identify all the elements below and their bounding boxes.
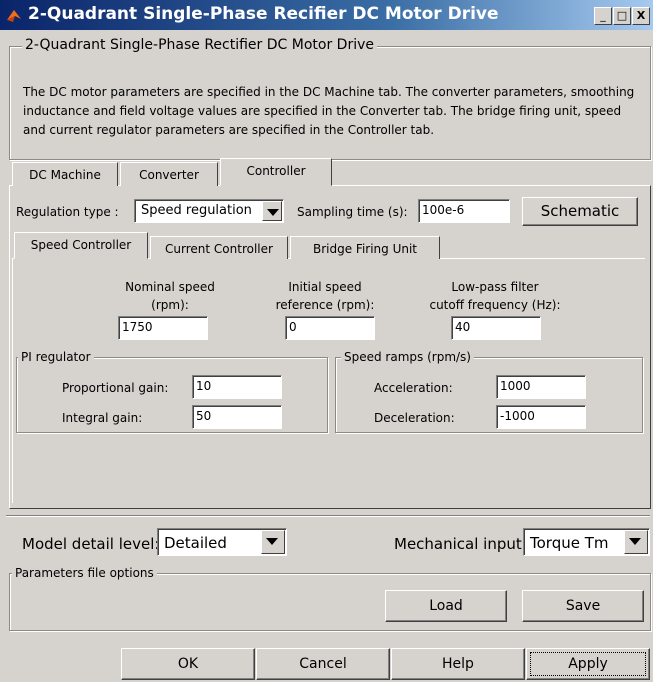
model-detail-label: Model detail level: — [22, 535, 160, 553]
ok-button[interactable]: OK — [121, 648, 255, 680]
sampling-time-label: Sampling time (s): — [297, 205, 408, 219]
proportional-gain-input[interactable]: 10 — [192, 375, 282, 399]
lowpass-filter-label: Low-pass filter cutoff frequency (Hz): — [410, 278, 580, 314]
matlab-logo-icon — [6, 7, 22, 23]
chevron-down-icon[interactable] — [261, 530, 285, 554]
mechanical-input-value: Torque Tm — [530, 534, 609, 552]
tab-speed-controller[interactable]: Speed Controller — [14, 232, 148, 259]
window-title: 2-Quadrant Single-Phase Recifier DC Moto… — [28, 4, 499, 24]
initial-speed-input[interactable]: 0 — [285, 316, 375, 340]
integral-gain-label: Integral gain: — [62, 411, 143, 425]
apply-button[interactable]: Apply — [526, 648, 650, 680]
chevron-down-icon[interactable] — [262, 201, 282, 221]
description-text: The DC motor parameters are specified in… — [23, 85, 635, 137]
nominal-speed-input[interactable]: 1750 — [118, 316, 208, 340]
acceleration-label: Acceleration: — [374, 381, 453, 395]
nominal-speed-label-line1: Nominal speed — [125, 280, 215, 294]
close-button[interactable]: X — [632, 7, 650, 25]
save-button[interactable]: Save — [522, 590, 644, 622]
deceleration-label: Deceleration: — [374, 411, 455, 425]
minimize-button[interactable]: _ — [594, 7, 612, 25]
acceleration-input[interactable]: 1000 — [496, 375, 586, 399]
load-button[interactable]: Load — [385, 590, 507, 622]
mechanical-input-label: Mechanical input: — [394, 535, 527, 553]
nominal-speed-label: Nominal speed (rpm): — [100, 278, 240, 314]
tab-dc-machine[interactable]: DC Machine — [12, 162, 118, 186]
regulation-type-value: Speed regulation — [141, 203, 252, 218]
initial-speed-label-line2: reference (rpm): — [275, 298, 375, 312]
tab-bridge-firing-unit[interactable]: Bridge Firing Unit — [290, 236, 440, 259]
schematic-button[interactable]: Schematic — [522, 197, 638, 226]
cancel-button[interactable]: Cancel — [256, 648, 390, 680]
initial-speed-label-line1: Initial speed — [288, 280, 362, 294]
chevron-down-icon[interactable] — [624, 530, 648, 554]
proportional-gain-label: Proportional gain: — [62, 381, 169, 395]
deceleration-input[interactable]: -1000 — [496, 405, 586, 429]
pi-regulator-label: PI regulator — [18, 350, 94, 364]
sampling-time-input[interactable]: 100e-6 — [418, 199, 510, 223]
model-detail-value: Detailed — [164, 534, 227, 552]
help-button[interactable]: Help — [391, 648, 525, 680]
integral-gain-input[interactable]: 50 — [192, 405, 282, 429]
regulation-type-label: Regulation type : — [16, 205, 119, 219]
mechanical-input-select[interactable]: Torque Tm — [523, 528, 650, 556]
lowpass-filter-input[interactable]: 40 — [451, 316, 541, 340]
lowpass-filter-label-line1: Low-pass filter — [451, 280, 539, 294]
tab-controller[interactable]: Controller — [220, 158, 332, 186]
maximize-button[interactable]: □ — [613, 7, 631, 25]
title-bar: 2-Quadrant Single-Phase Recifier DC Moto… — [0, 0, 653, 30]
regulation-type-select[interactable]: Speed regulation — [134, 199, 284, 223]
lowpass-filter-label-line2: cutoff frequency (Hz): — [429, 298, 561, 312]
description-group-label: 2-Quadrant Single-Phase Rectifier DC Mot… — [22, 37, 377, 53]
speed-ramps-label: Speed ramps (rpm/s) — [341, 350, 474, 364]
model-detail-select[interactable]: Detailed — [157, 528, 287, 556]
nominal-speed-label-line2: (rpm): — [151, 298, 189, 312]
separator — [6, 515, 650, 517]
tab-converter[interactable]: Converter — [120, 162, 218, 186]
parameters-file-label: Parameters file options — [12, 566, 157, 580]
tab-current-controller[interactable]: Current Controller — [150, 236, 288, 259]
initial-speed-label: Initial speed reference (rpm): — [260, 278, 390, 314]
